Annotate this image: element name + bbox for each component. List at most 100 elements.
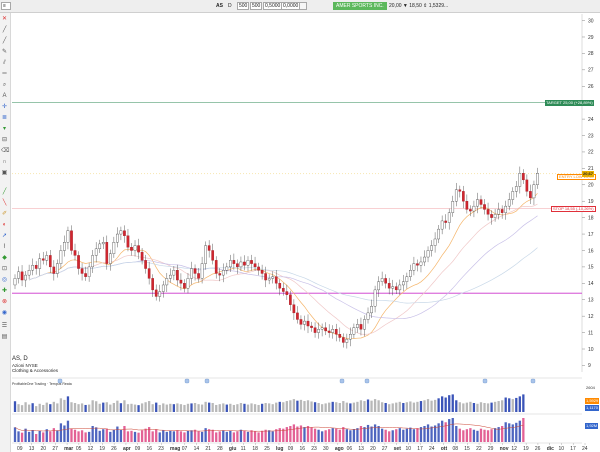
volume-bar — [80, 403, 84, 412]
candle-up — [356, 324, 359, 328]
volume-bar-colored — [257, 432, 260, 442]
volume-bar — [84, 404, 87, 412]
volume-bar-colored — [455, 426, 458, 442]
volume-bar — [77, 404, 80, 412]
candle-down — [73, 250, 77, 256]
volume-bar — [490, 402, 493, 412]
price-tick-label: 19 — [588, 199, 594, 205]
volume-bar — [133, 404, 137, 412]
candle-down — [525, 179, 529, 192]
time-tick-label: 12 — [511, 446, 517, 452]
candle-up — [112, 242, 116, 254]
volume-bar — [296, 400, 299, 412]
price-tick-label: 30 — [588, 18, 594, 24]
candle-down — [490, 214, 493, 218]
volume-bar-colored — [56, 430, 59, 442]
candle-up — [518, 173, 522, 187]
volume-bar — [320, 404, 324, 412]
volume-bar-colored — [186, 430, 190, 442]
candle-down — [416, 263, 419, 266]
candle-up — [532, 184, 536, 199]
candle-down — [48, 255, 52, 268]
candle-up — [373, 289, 377, 307]
candle-up — [221, 270, 225, 276]
volume-bar-colored — [59, 423, 63, 442]
volume-bar-colored — [384, 429, 387, 442]
volume-bar-colored — [151, 431, 154, 442]
volume-bar — [211, 403, 214, 412]
current-price-label: 20,67 — [582, 170, 595, 177]
price-tick-label: 18 — [588, 215, 594, 221]
volume-bar — [483, 403, 486, 412]
price-tick-label: 20 — [588, 183, 594, 189]
volume-bar — [455, 400, 458, 412]
oscillator-value-1: 1,5929 — [585, 398, 600, 404]
candle-up — [161, 284, 165, 292]
volume-bar — [395, 402, 398, 412]
candle-up — [352, 327, 356, 335]
volume-bar — [204, 401, 207, 412]
candle-up — [430, 245, 433, 251]
volume-bar — [310, 401, 313, 412]
candle-down — [197, 273, 200, 279]
volume-bar — [116, 400, 119, 412]
volume-bar-colored — [289, 426, 292, 442]
candle-down — [123, 230, 126, 236]
volume-bar-colored — [183, 432, 186, 442]
volume-bar — [38, 403, 41, 412]
price-tick-label: 22 — [588, 150, 594, 156]
volume-bar — [215, 404, 218, 412]
candle-up — [108, 253, 112, 264]
candle-up — [229, 260, 232, 268]
candle-down — [179, 279, 183, 284]
time-tick-label: 24 — [582, 446, 588, 452]
volume-bar-colored — [441, 420, 444, 442]
volume-bar — [508, 398, 511, 412]
time-tick-label: 20 — [370, 446, 376, 452]
volume-bar — [95, 401, 98, 412]
candle-down — [338, 334, 342, 338]
instrument-title: AS, D — [12, 356, 28, 362]
volume-bar — [27, 404, 31, 412]
volume-bar-colored — [522, 418, 525, 442]
candle-down — [281, 288, 285, 292]
price-chart[interactable]: 9 10 11 12 13 14 15 16 17 18 19 20 21 22 23 24 25 26 27 28 2… — [0, 0, 600, 452]
candle-down — [260, 270, 264, 274]
volume-bar-colored — [197, 431, 200, 442]
volume-bar-colored — [243, 430, 246, 442]
volume-bar — [317, 403, 320, 412]
candle-down — [289, 294, 292, 305]
candle-up — [66, 230, 70, 243]
volume-bar — [35, 406, 38, 412]
volume-value-label: 1,92M — [585, 423, 599, 429]
volume-bar — [345, 402, 348, 412]
volume-bar-colored — [133, 431, 137, 442]
volume-bar-colored — [176, 430, 179, 442]
candle-down — [500, 209, 504, 213]
candle-down — [218, 273, 222, 276]
volume-bar — [292, 399, 296, 412]
candle-up — [409, 270, 412, 277]
candle-up — [317, 329, 320, 333]
candle-down — [458, 189, 462, 192]
price-tick-label: 11 — [588, 330, 593, 336]
event-marker — [339, 378, 345, 384]
volume-bar-colored — [324, 430, 327, 442]
volume-bar — [225, 404, 228, 412]
candle-up — [433, 238, 437, 246]
volume-bar-colored — [335, 428, 338, 442]
volume-bar — [243, 403, 246, 412]
volume-bar — [246, 404, 250, 412]
volume-bar-colored — [95, 427, 98, 442]
candle-up — [423, 256, 426, 263]
volume-bar-colored — [169, 430, 172, 442]
time-tick-label: 20 — [41, 446, 47, 452]
candle-up — [158, 291, 162, 297]
volume-bar — [155, 402, 158, 412]
time-tick-label: ago — [335, 446, 344, 452]
volume-bar — [91, 400, 94, 412]
candle-down — [193, 268, 197, 274]
time-tick-label: 08 — [453, 446, 459, 452]
candle-down — [214, 260, 218, 274]
volume-bar — [98, 403, 101, 412]
